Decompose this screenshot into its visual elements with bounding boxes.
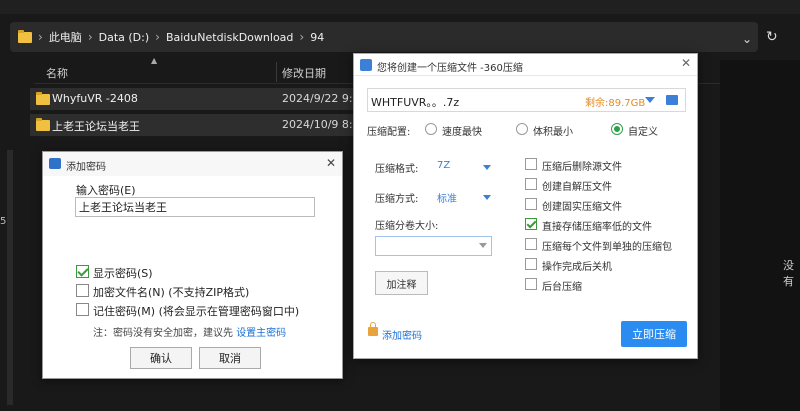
chevron-down-icon[interactable]: ⌄	[742, 32, 752, 46]
app-icon	[360, 59, 372, 71]
volume-size-select[interactable]	[375, 236, 492, 256]
separate-archives-label[interactable]: 压缩每个文件到单独的压缩包	[542, 238, 672, 253]
add-comment-button[interactable]: 加注释	[375, 271, 428, 295]
file-date: 2024/10/9 8:2	[282, 118, 360, 131]
chevron-right-icon: ›	[155, 30, 160, 44]
details-pane	[720, 60, 800, 411]
format-select[interactable]: 7Z	[437, 160, 450, 171]
chevron-right-icon: ›	[38, 30, 43, 44]
dialog-title: 您将创建一个压缩文件 -360压缩	[377, 63, 523, 74]
create-archive-dialog: 您将创建一个压缩文件 -360压缩 ✕ WHTFUVR。。.7z 剩余:89.7…	[353, 53, 698, 359]
add-password-dialog: 添加密码 ✕ 输入密码(E) 显示密码(S) 加密文件名(N) (不支持ZIP格…	[42, 151, 343, 379]
clipped-text: 5	[0, 216, 7, 227]
lock-icon[interactable]	[368, 322, 378, 336]
list-item[interactable]: 上老王论坛当老王 2024/10/9 8:2	[30, 114, 360, 136]
security-note: 注：密码没有安全加密，建议先 设置主密码	[93, 324, 286, 339]
dropdown-arrow-icon[interactable]	[479, 243, 487, 248]
show-password-checkbox[interactable]	[76, 265, 89, 278]
radio-fastest-label[interactable]: 速度最快	[442, 123, 482, 138]
folder-icon	[36, 118, 50, 131]
column-date[interactable]: 修改日期	[282, 65, 326, 81]
dialog-titlebar[interactable]: 添加密码 ✕	[43, 152, 342, 176]
dropdown-arrow-icon[interactable]	[483, 165, 491, 170]
self-extract-checkbox[interactable]	[525, 178, 537, 190]
folder-icon	[36, 92, 50, 105]
method-label: 压缩方式:	[375, 194, 419, 205]
dropdown-arrow-icon[interactable]	[645, 97, 655, 103]
compress-now-button[interactable]: 立即压缩	[621, 321, 687, 347]
folder-icon	[18, 29, 32, 43]
app-icon	[49, 158, 61, 169]
radio-smallest-label[interactable]: 体积最小	[533, 123, 573, 138]
chevron-right-icon: ›	[87, 30, 93, 44]
password-input[interactable]	[75, 197, 315, 217]
self-extract-label[interactable]: 创建自解压文件	[542, 178, 612, 193]
column-divider[interactable]	[276, 62, 277, 82]
set-master-password-link[interactable]: 设置主密码	[236, 328, 286, 339]
encrypt-filenames-label[interactable]: 加密文件名(N) (不支持ZIP格式)	[93, 284, 249, 300]
solid-archive-label[interactable]: 创建固实压缩文件	[542, 198, 622, 213]
file-date: 2024/9/22 9:3	[282, 92, 360, 105]
refresh-icon[interactable]: ↻	[766, 29, 778, 45]
radio-smallest[interactable]	[516, 123, 528, 135]
radio-fastest[interactable]	[425, 123, 437, 135]
dialog-title: 添加密码	[66, 162, 106, 173]
shutdown-after-checkbox[interactable]	[525, 258, 537, 270]
method-select[interactable]: 标准	[437, 190, 457, 205]
background-compress-checkbox[interactable]	[525, 278, 537, 290]
confirm-button[interactable]: 确认	[130, 347, 192, 369]
browse-folder-icon[interactable]	[666, 95, 678, 105]
breadcrumb-drive[interactable]: Data (D:)	[99, 31, 150, 44]
remember-password-checkbox[interactable]	[76, 303, 89, 316]
file-name: 上老王论坛当老王	[52, 120, 140, 133]
add-password-link[interactable]: 添加密码	[382, 327, 422, 342]
shutdown-after-label[interactable]: 操作完成后关机	[542, 258, 612, 273]
background-compress-label[interactable]: 后台压缩	[542, 278, 582, 293]
close-icon[interactable]: ✕	[326, 156, 336, 170]
dropdown-arrow-icon[interactable]	[483, 195, 491, 200]
address-bar[interactable]: › 此电脑 › Data (D:) › BaiduNetdiskDownload…	[10, 22, 758, 52]
title-strip	[0, 0, 800, 14]
list-item[interactable]: WhyfuVR -2408 2024/9/22 9:3	[30, 88, 360, 110]
archive-path-field[interactable]: WHTFUVR。。.7z 剩余:89.7GB	[367, 88, 686, 112]
volume-size-label: 压缩分卷大小:	[375, 221, 439, 232]
archive-filename[interactable]: WHTFUVR。。.7z	[371, 94, 459, 110]
cancel-button[interactable]: 取消	[199, 347, 261, 369]
breadcrumb-this-pc[interactable]: 此电脑	[49, 29, 82, 45]
chevron-right-icon: ›	[299, 30, 305, 44]
config-label: 压缩配置:	[367, 127, 411, 138]
scrollbar[interactable]	[7, 150, 13, 405]
dialog-titlebar[interactable]: 您将创建一个压缩文件 -360压缩 ✕	[354, 54, 697, 76]
delete-source-label[interactable]: 压缩后删除源文件	[542, 158, 622, 173]
store-low-ratio-label[interactable]: 直接存储压缩率低的文件	[542, 218, 652, 233]
file-name: WhyfuVR -2408	[52, 92, 138, 105]
details-pane-text: 没有	[783, 259, 794, 288]
radio-custom-label[interactable]: 自定义	[628, 123, 658, 138]
free-space: 剩余:89.7GB	[585, 98, 646, 109]
breadcrumb-current[interactable]: 94	[310, 31, 324, 44]
delete-source-checkbox[interactable]	[525, 158, 537, 170]
column-name[interactable]: 名称	[46, 65, 68, 81]
password-label: 输入密码(E)	[76, 184, 136, 197]
format-label: 压缩格式:	[375, 164, 419, 175]
remember-password-label[interactable]: 记住密码(M) (将会显示在管理密码窗口中)	[93, 303, 299, 319]
note-text: 注：密码没有安全加密，建议先	[93, 328, 237, 339]
solid-archive-checkbox[interactable]	[525, 198, 537, 210]
encrypt-filenames-checkbox[interactable]	[76, 284, 89, 297]
radio-custom[interactable]	[611, 123, 623, 135]
store-low-ratio-checkbox[interactable]	[525, 218, 537, 230]
separate-archives-checkbox[interactable]	[525, 238, 537, 250]
breadcrumb-folder[interactable]: BaiduNetdiskDownload	[166, 31, 293, 44]
close-icon[interactable]: ✕	[681, 56, 691, 70]
show-password-label[interactable]: 显示密码(S)	[93, 265, 153, 281]
